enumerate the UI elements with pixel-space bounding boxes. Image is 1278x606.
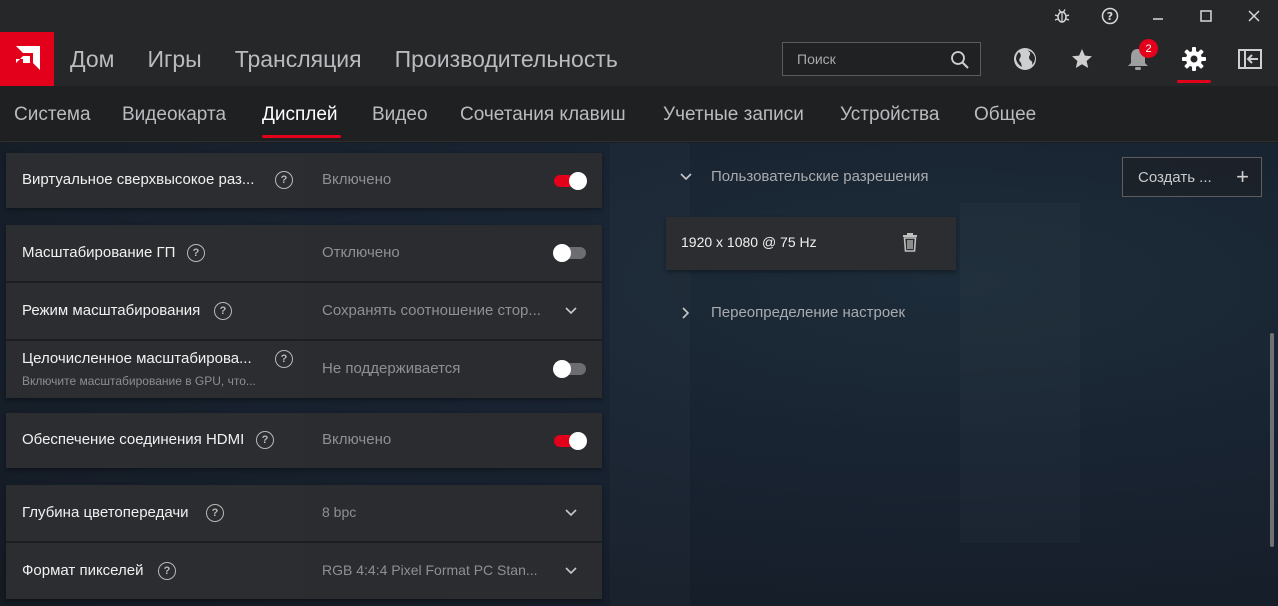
create-resolution-button[interactable]: Создать ... + <box>1122 157 1262 197</box>
minimize-button[interactable] <box>1134 0 1182 32</box>
globe-icon <box>1014 48 1036 70</box>
create-button-label: Создать ... <box>1138 169 1212 186</box>
panel-exit-icon <box>1238 49 1262 69</box>
search-input[interactable] <box>797 51 937 67</box>
gear-icon <box>1182 47 1206 71</box>
resolution-card[interactable]: 1920 x 1080 @ 75 Hz <box>666 217 956 270</box>
trash-icon[interactable] <box>901 232 919 252</box>
setting-color-depth[interactable]: Глубина цветопередачи ? 8 bpc <box>6 485 602 541</box>
setting-scaling-mode[interactable]: Режим масштабирования ? Сохранять соотно… <box>6 283 602 339</box>
help-icon[interactable]: ? <box>275 171 293 189</box>
setting-hdmi-link: Обеспечение соединения HDMI ? Включено <box>6 413 602 468</box>
setting-value: Сохранять соотношение стор... <box>322 302 541 319</box>
override-settings-header[interactable]: Переопределение настроек <box>711 304 905 321</box>
amd-logo-icon <box>16 46 40 70</box>
tab-display[interactable]: Дисплей <box>262 104 338 126</box>
bug-report-button[interactable] <box>1038 0 1086 32</box>
chevron-right-icon[interactable] <box>678 305 694 321</box>
tab-accounts[interactable]: Учетные записи <box>663 104 804 126</box>
vsr-toggle[interactable] <box>554 172 587 190</box>
setting-value: Не поддерживается <box>322 360 461 377</box>
sidebar-toggle-button[interactable] <box>1233 42 1267 76</box>
close-button[interactable] <box>1230 0 1278 32</box>
search-icon[interactable] <box>950 50 970 70</box>
background-decoration <box>960 203 1080 543</box>
tab-graphics[interactable]: Видеокарта <box>122 104 226 126</box>
tab-system[interactable]: Система <box>14 104 91 126</box>
setting-gpu-scaling: Масштабирование ГП ? Отключено <box>6 225 602 281</box>
nav-home[interactable]: Дом <box>70 46 114 73</box>
setting-pixel-format[interactable]: Формат пикселей ? RGB 4:4:4 Pixel Format… <box>6 543 602 599</box>
setting-label: Обеспечение соединения HDMI <box>22 431 245 448</box>
nav-streaming[interactable]: Трансляция <box>235 46 362 73</box>
web-button[interactable] <box>1008 42 1042 76</box>
plus-icon: + <box>1236 164 1249 189</box>
favorites-button[interactable] <box>1065 42 1099 76</box>
setting-description: Включите масштабирование в GPU, что... <box>22 374 256 388</box>
help-icon[interactable]: ? <box>214 302 232 320</box>
settings-button[interactable] <box>1177 42 1211 76</box>
title-bar: ? <box>0 0 1278 32</box>
setting-integer-scaling: Целочисленное масштабирова... Включите м… <box>6 341 602 398</box>
star-icon <box>1072 49 1092 68</box>
setting-value: RGB 4:4:4 Pixel Format PC Stan... <box>322 562 538 578</box>
chevron-down-icon[interactable] <box>563 303 579 319</box>
tab-devices[interactable]: Устройства <box>840 104 939 126</box>
setting-value: Отключено <box>322 244 400 261</box>
help-button[interactable]: ? <box>1086 0 1134 32</box>
background-decoration <box>610 143 690 606</box>
active-tab-indicator <box>262 135 341 138</box>
notification-badge: 2 <box>1139 39 1158 58</box>
chevron-down-icon[interactable] <box>563 563 579 579</box>
setting-value: Включено <box>322 431 392 448</box>
help-icon[interactable]: ? <box>206 504 224 522</box>
setting-label: Масштабирование ГП <box>22 244 176 261</box>
scrollbar[interactable] <box>1270 333 1274 547</box>
search-box[interactable] <box>782 42 981 76</box>
help-icon[interactable]: ? <box>256 431 274 449</box>
main-header: Дом Игры Трансляция Производительность <box>0 32 1278 86</box>
setting-label: Глубина цветопередачи <box>22 504 189 521</box>
chevron-down-icon[interactable] <box>563 505 579 521</box>
chevron-down-icon[interactable] <box>678 169 694 185</box>
minimize-icon <box>1153 18 1163 20</box>
resolution-value: 1920 x 1080 @ 75 Hz <box>681 234 817 250</box>
setting-label: Формат пикселей <box>22 562 144 579</box>
custom-resolutions-header[interactable]: Пользовательские разрешения <box>711 168 929 185</box>
setting-label: Режим масштабирования <box>22 302 201 319</box>
setting-label: Целочисленное масштабирова... <box>22 350 252 367</box>
setting-vsr: Виртуальное сверхвысокое раз... ? Включе… <box>6 153 602 208</box>
maximize-icon <box>1200 10 1212 22</box>
help-icon[interactable]: ? <box>158 562 176 580</box>
help-icon[interactable]: ? <box>275 350 293 368</box>
integer-scaling-toggle[interactable] <box>553 360 586 378</box>
gpu-scaling-toggle[interactable] <box>553 244 586 262</box>
svg-text:?: ? <box>1107 10 1113 23</box>
setting-value: 8 bpc <box>322 504 357 520</box>
maximize-button[interactable] <box>1182 0 1230 32</box>
setting-value: Включено <box>322 171 392 188</box>
amd-logo[interactable] <box>0 32 54 86</box>
tab-general[interactable]: Общее <box>974 104 1036 126</box>
close-icon <box>1248 10 1260 22</box>
main-nav: Дом Игры Трансляция Производительность <box>70 32 651 86</box>
nav-performance[interactable]: Производительность <box>395 46 618 73</box>
tab-hotkeys[interactable]: Сочетания клавиш <box>460 104 626 126</box>
settings-tabs: Система Видеокарта Дисплей Видео Сочетан… <box>0 86 1278 142</box>
tab-video[interactable]: Видео <box>372 104 428 126</box>
setting-label: Виртуальное сверхвысокое раз... <box>22 171 255 188</box>
settings-active-indicator <box>1177 80 1211 83</box>
help-icon: ? <box>1101 7 1119 25</box>
hdmi-link-toggle[interactable] <box>554 432 587 450</box>
help-icon[interactable]: ? <box>187 244 205 262</box>
bug-icon <box>1054 9 1070 23</box>
nav-games[interactable]: Игры <box>147 46 201 73</box>
